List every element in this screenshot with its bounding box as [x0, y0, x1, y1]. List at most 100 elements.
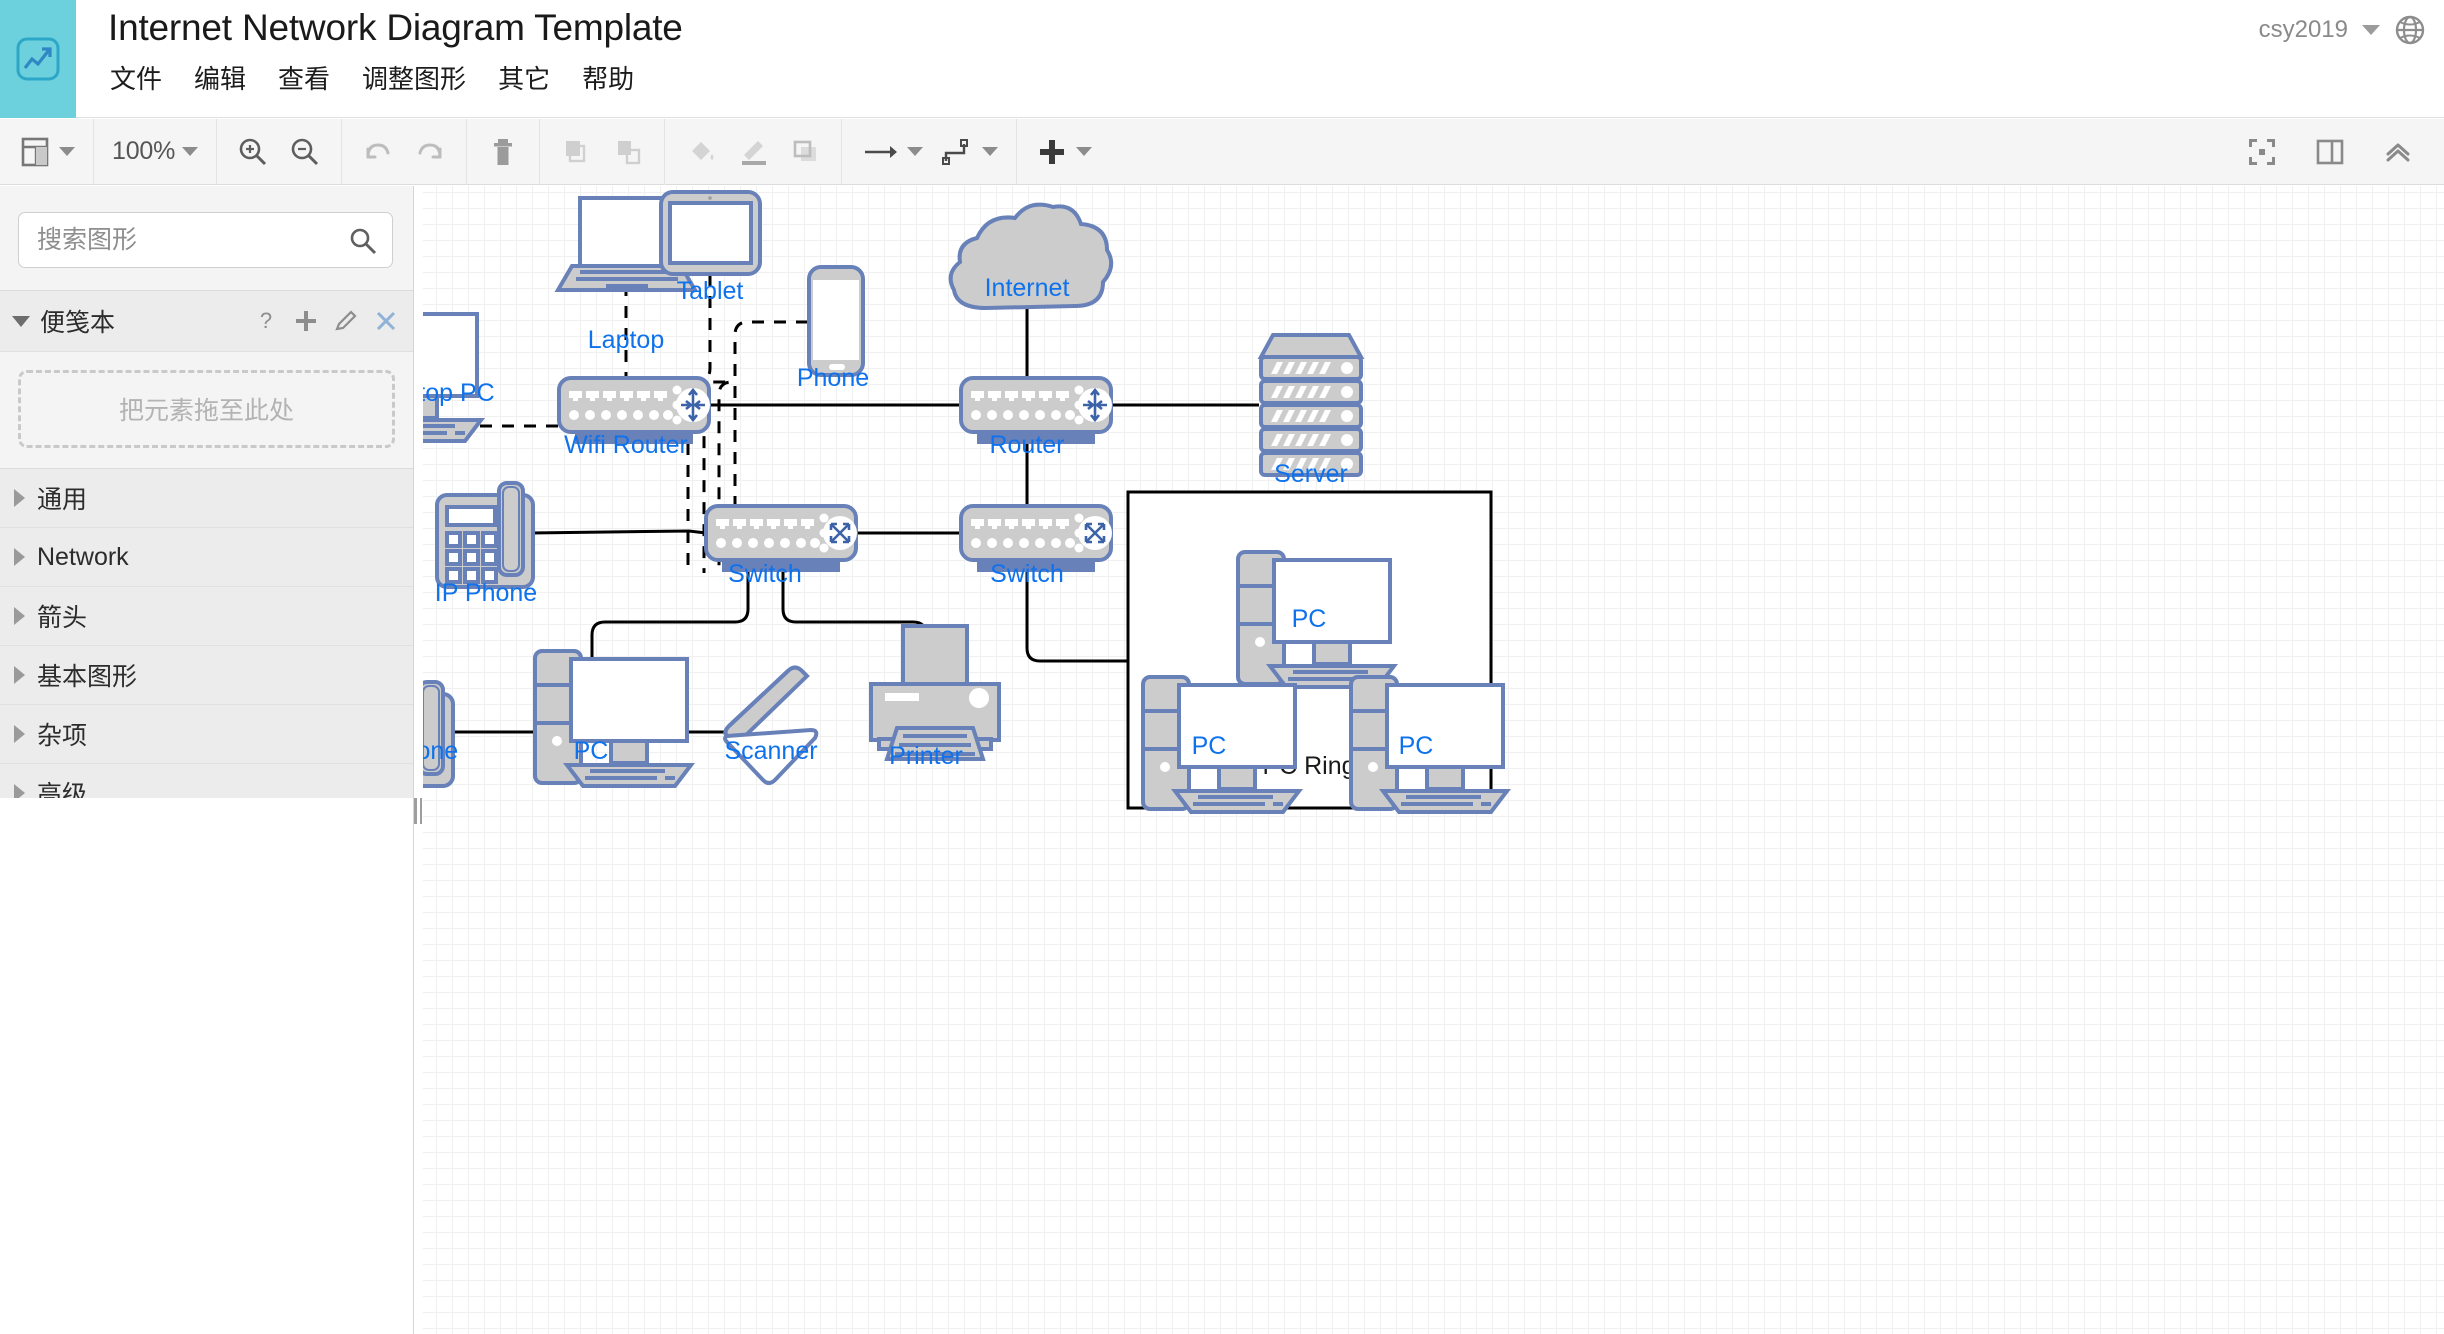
node-label-pc-main: PC	[574, 737, 609, 765]
triangle-right-icon	[14, 548, 25, 566]
close-x-icon[interactable]	[373, 308, 399, 334]
scratchpad-header[interactable]: 便笺本 ?	[0, 290, 413, 352]
diagram-canvas[interactable]: PC Ring Laptop Tablet Phone op PC Wifi R…	[423, 186, 2444, 1334]
chevron-down-icon[interactable]	[982, 147, 999, 156]
scratchpad-actions: ?	[253, 308, 399, 334]
insert-plus-icon[interactable]	[1027, 126, 1100, 178]
node-label-pc-ring-left: PC	[1192, 732, 1227, 760]
scratchpad-title: 便笺本	[40, 309, 116, 337]
search-box[interactable]	[18, 212, 393, 268]
toolbar-group-order	[540, 118, 666, 185]
splitter-bar	[419, 798, 422, 824]
zoom-level-button[interactable]: 100%	[104, 126, 206, 178]
user-account-area[interactable]: csy2019	[2259, 0, 2426, 60]
help-question-icon[interactable]: ?	[253, 308, 279, 334]
fill-color-icon[interactable]	[675, 126, 727, 178]
node-label-phone: Phone	[797, 364, 869, 392]
zoom-in-icon[interactable]	[227, 126, 279, 178]
menu-extras[interactable]: 其它	[482, 62, 566, 96]
node-pc-ring-left[interactable]: PC	[1141, 675, 1301, 814]
toolbar-group-zoom	[217, 118, 343, 185]
sidebar-item-label: 杂项	[37, 722, 88, 750]
node-internet[interactable]: Internet	[948, 202, 1114, 311]
menu-view[interactable]: 查看	[262, 62, 346, 96]
sidebar-item-label: 基本图形	[37, 663, 138, 691]
send-to-back-icon[interactable]	[602, 126, 654, 178]
node-label-router: Router	[989, 431, 1064, 459]
pencil-icon[interactable]	[333, 308, 359, 334]
app-logo-icon[interactable]	[0, 0, 76, 118]
node-tablet[interactable]: Tablet	[659, 190, 762, 305]
fullscreen-icon[interactable]	[2236, 126, 2288, 178]
bring-to-front-icon[interactable]	[550, 126, 602, 178]
node-desktop-pc[interactable]: Desktop PC	[423, 304, 495, 443]
triangle-right-icon	[14, 666, 25, 684]
collapse-chevron-icon[interactable]	[2372, 126, 2424, 178]
document-title[interactable]: Internet Network Diagram Template	[108, 7, 683, 49]
shapes-sidebar: 便笺本 ?	[0, 186, 414, 1334]
toolbar-group-style	[665, 118, 843, 185]
toolbar-group-delete	[467, 118, 541, 185]
panel-layout-icon[interactable]	[10, 126, 83, 178]
menu-edit[interactable]: 编辑	[178, 62, 262, 96]
sidebar-item-label: 箭头	[37, 604, 88, 632]
sidebar-item-arrows[interactable]: 箭头	[0, 587, 413, 646]
redo-icon[interactable]	[404, 126, 456, 178]
sidebar-item-basic-shapes[interactable]: 基本图形	[0, 646, 413, 705]
node-label-wifi-router: Wifi Router	[564, 431, 688, 459]
node-label-desktop-pc: Desktop PC	[423, 379, 495, 407]
node-printer[interactable]: Printer	[869, 624, 1001, 770]
shadow-icon[interactable]	[779, 126, 831, 178]
node-server[interactable]: Server	[1259, 333, 1363, 488]
node-label-tablet: Tablet	[677, 277, 744, 305]
sidebar-item-label: Network	[37, 542, 129, 571]
globe-icon[interactable]	[2394, 14, 2426, 46]
node-pc-main[interactable]: PC	[533, 649, 693, 788]
node-pc-ring-top[interactable]: PC	[1236, 550, 1396, 689]
chevron-down-icon[interactable]	[59, 147, 75, 156]
triangle-right-icon	[14, 725, 25, 743]
toolbar-group-connector	[842, 118, 1018, 185]
toolbar-group-history	[342, 118, 468, 185]
sidebar-item-misc[interactable]: 杂项	[0, 705, 413, 764]
node-ip-phone-1[interactable]: IP Phone	[435, 481, 537, 607]
chevron-down-icon[interactable]	[1076, 147, 1093, 156]
sidebar-empty-area	[0, 798, 413, 1334]
node-label-printer: Printer	[889, 742, 963, 770]
menu-file[interactable]: 文件	[110, 62, 178, 96]
node-switch-1[interactable]: Switch	[704, 504, 859, 588]
arrow-style-icon[interactable]	[852, 126, 931, 178]
zoom-out-icon[interactable]	[279, 126, 331, 178]
node-scanner[interactable]: Scanner	[723, 665, 819, 785]
chevron-down-icon[interactable]	[2362, 25, 2380, 35]
format-panel-icon[interactable]	[2304, 126, 2356, 178]
toolbar-right-group	[2236, 119, 2424, 185]
triangle-down-icon[interactable]	[12, 315, 30, 327]
node-ip-phone-2[interactable]: IP Phone	[423, 680, 458, 788]
menu-help[interactable]: 帮助	[566, 62, 650, 96]
search-input[interactable]	[35, 224, 376, 256]
sidebar-item-network[interactable]: Network	[0, 528, 413, 587]
scratchpad-dropzone[interactable]: 把元素拖至此处	[18, 370, 395, 448]
chevron-down-icon[interactable]	[907, 147, 924, 156]
node-pc-ring-right[interactable]: PC	[1349, 675, 1509, 814]
network-diagram: PC Ring Laptop Tablet Phone op PC Wifi R…	[423, 190, 1509, 814]
node-wifi-router[interactable]: Wifi Router	[557, 376, 712, 459]
plus-icon[interactable]	[293, 308, 319, 334]
toolbar-group-insert	[1017, 119, 1110, 185]
search-section	[0, 186, 413, 290]
node-router[interactable]: Router	[959, 376, 1114, 459]
link-ipphone1-switch1[interactable]	[530, 529, 707, 535]
trash-icon[interactable]	[477, 126, 529, 178]
chevron-down-icon[interactable]	[182, 147, 199, 156]
sidebar-splitter-handle[interactable]	[414, 798, 422, 824]
search-icon[interactable]	[348, 226, 378, 261]
undo-icon[interactable]	[352, 126, 404, 178]
node-phone[interactable]: Phone	[797, 265, 869, 392]
node-label-laptop: Laptop	[588, 326, 664, 354]
line-color-icon[interactable]	[727, 126, 779, 178]
menu-arrange[interactable]: 调整图形	[346, 62, 482, 96]
sidebar-item-general[interactable]: 通用	[0, 469, 413, 528]
node-switch-2[interactable]: Switch	[959, 504, 1114, 588]
waypoint-style-icon[interactable]	[931, 126, 1006, 178]
